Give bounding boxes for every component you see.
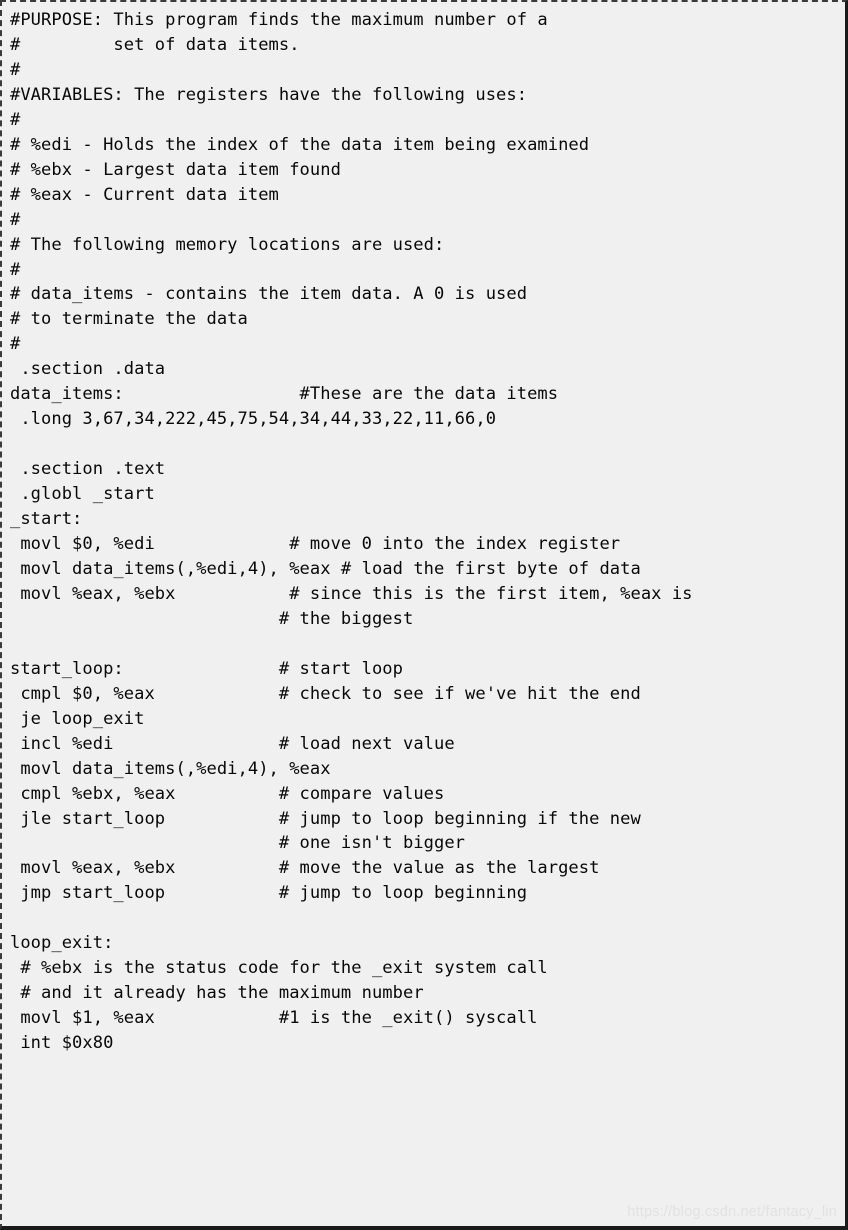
code-snippet-card: #PURPOSE: This program finds the maximum… (0, 0, 848, 1230)
blog-watermark: https://blog.csdn.net/fantacy_lin (627, 1204, 837, 1220)
assembly-code-listing: #PURPOSE: This program finds the maximum… (10, 10, 693, 1054)
